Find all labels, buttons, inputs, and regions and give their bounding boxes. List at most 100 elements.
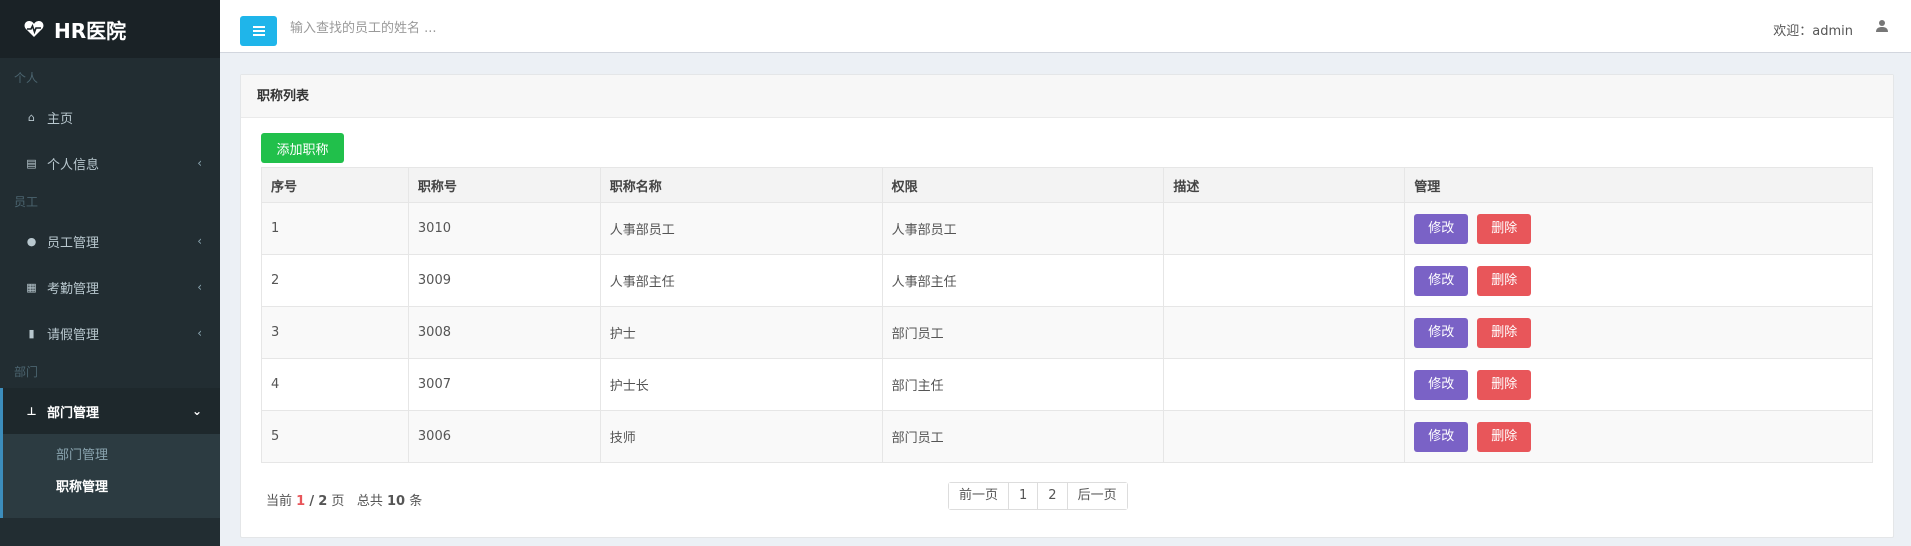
cell-desc xyxy=(1163,358,1406,411)
table-row: 3 3008 护士 部门员工 修改 删除 xyxy=(261,306,1873,359)
cell-index: 1 xyxy=(261,202,409,255)
column-header: 序号 xyxy=(261,167,409,203)
edit-button[interactable]: 修改 xyxy=(1414,421,1469,452)
page-word: 页 xyxy=(331,494,345,509)
cell-permission: 部门员工 xyxy=(881,306,1165,359)
column-header: 管理 xyxy=(1404,167,1873,203)
chevron-left-icon: ‹ xyxy=(197,280,202,294)
cell-index: 2 xyxy=(261,254,409,307)
total-pages: 2 xyxy=(318,494,328,509)
page-separator: / xyxy=(309,494,315,509)
next-page-button[interactable]: 后一页 xyxy=(1066,483,1127,509)
total-count: 10 xyxy=(387,494,406,509)
edit-button[interactable]: 修改 xyxy=(1414,265,1469,296)
sidebar: HR医院 个人 ⌂ 主页 ▤ 个人信息 ‹ 员工 ● 员工管理 ‹ ▦ 考勤管理… xyxy=(0,0,220,546)
table-row: 5 3006 技师 部门员工 修改 删除 xyxy=(261,410,1873,463)
cell-actions: 修改 删除 xyxy=(1404,358,1873,411)
cell-permission: 人事部主任 xyxy=(881,254,1165,307)
cell-name: 护士长 xyxy=(599,358,883,411)
cell-desc xyxy=(1163,306,1406,359)
table-row: 4 3007 护士长 部门主任 修改 删除 xyxy=(261,358,1873,411)
cell-permission: 部门主任 xyxy=(881,358,1165,411)
sidebar-item-label: 部门管理 xyxy=(47,405,100,421)
cell-name: 护士 xyxy=(599,306,883,359)
sidebar-item-employee[interactable]: ● 员工管理 ‹ xyxy=(0,218,220,264)
chevron-left-icon: ‹ xyxy=(197,156,202,170)
chevron-left-icon: ‹ xyxy=(197,326,202,340)
add-title-button[interactable]: 添加职称 xyxy=(261,133,344,163)
cell-permission: 人事部员工 xyxy=(881,202,1165,255)
column-header: 描述 xyxy=(1163,167,1406,203)
cell-name: 技师 xyxy=(599,410,883,463)
title-list-box: 职称列表 添加职称 序号 职称号 职称名称 权限 描述 管理 1 3010 人事… xyxy=(240,74,1894,538)
sitemap-icon: ⊥ xyxy=(26,404,37,418)
delete-button[interactable]: 删除 xyxy=(1477,265,1532,296)
delete-button[interactable]: 删除 xyxy=(1477,317,1532,348)
table-header-row: 序号 职称号 职称名称 权限 描述 管理 xyxy=(261,167,1873,203)
delete-button[interactable]: 删除 xyxy=(1477,421,1532,452)
sidebar-toggle-button[interactable] xyxy=(240,16,277,46)
cell-code: 3006 xyxy=(407,410,601,463)
department-submenu: 部门管理 职称管理 xyxy=(0,434,220,518)
cell-code: 3007 xyxy=(407,358,601,411)
page-info: 当前 1 / 2 页 总共 10 条 xyxy=(266,490,422,509)
cell-desc xyxy=(1163,254,1406,307)
box-title: 职称列表 xyxy=(241,75,1893,118)
sidebar-item-label: 主页 xyxy=(47,111,74,127)
cell-name: 人事部主任 xyxy=(599,254,883,307)
brand-name: HR医院 xyxy=(54,18,127,43)
column-header: 职称名称 xyxy=(599,167,883,203)
submenu-item-dept-manage[interactable]: 部门管理 xyxy=(3,440,220,472)
page-button-1[interactable]: 1 xyxy=(1008,483,1038,509)
pagination: 前一页 1 2 后一页 xyxy=(948,482,1128,510)
menu-icon xyxy=(252,26,265,36)
table-row: 2 3009 人事部主任 人事部主任 修改 删除 xyxy=(261,254,1873,307)
title-table: 序号 职称号 职称名称 权限 描述 管理 1 3010 人事部员工 人事部员工 … xyxy=(261,167,1873,463)
section-personal: 个人 xyxy=(14,71,39,85)
search-input[interactable] xyxy=(290,16,710,40)
sidebar-item-home[interactable]: ⌂ 主页 xyxy=(0,94,220,140)
column-header: 权限 xyxy=(881,167,1165,203)
cell-actions: 修改 删除 xyxy=(1404,410,1873,463)
brand-logo[interactable]: HR医院 xyxy=(0,0,220,58)
cell-actions: 修改 删除 xyxy=(1404,202,1873,255)
page-info-prefix: 当前 xyxy=(266,494,293,509)
edit-button[interactable]: 修改 xyxy=(1414,317,1469,348)
bookmark-icon: ▮ xyxy=(28,326,35,340)
chevron-left-icon: ‹ xyxy=(197,234,202,248)
sidebar-item-label: 请假管理 xyxy=(47,327,100,343)
prev-page-button[interactable]: 前一页 xyxy=(949,483,1009,509)
section-dept: 部门 xyxy=(14,365,39,379)
home-icon: ⌂ xyxy=(28,110,35,124)
cell-permission: 部门员工 xyxy=(881,410,1165,463)
cell-name: 人事部员工 xyxy=(599,202,883,255)
section-staff: 员工 xyxy=(14,195,39,209)
edit-button[interactable]: 修改 xyxy=(1414,369,1469,400)
cell-desc xyxy=(1163,410,1406,463)
sidebar-item-label: 个人信息 xyxy=(47,157,100,173)
page-button-2[interactable]: 2 xyxy=(1037,483,1067,509)
sidebar-item-attendance[interactable]: ▦ 考勤管理 ‹ xyxy=(0,264,220,310)
id-card-icon: ▤ xyxy=(26,156,37,170)
cell-code: 3008 xyxy=(407,306,601,359)
calendar-icon: ▦ xyxy=(26,280,37,294)
delete-button[interactable]: 删除 xyxy=(1477,213,1532,244)
table-row: 1 3010 人事部员工 人事部员工 修改 删除 xyxy=(261,202,1873,255)
user-icon: ● xyxy=(26,234,37,248)
sidebar-item-leave[interactable]: ▮ 请假管理 ‹ xyxy=(0,310,220,356)
current-page: 1 xyxy=(296,494,306,509)
total-prefix: 总共 xyxy=(356,494,383,509)
sidebar-item-profile[interactable]: ▤ 个人信息 ‹ xyxy=(0,140,220,186)
submenu-item-title-manage[interactable]: 职称管理 xyxy=(3,472,220,504)
sidebar-item-department[interactable]: ⊥ 部门管理 ⌄ xyxy=(0,388,220,434)
topbar: 欢迎：admin xyxy=(220,0,1911,53)
delete-button[interactable]: 删除 xyxy=(1477,369,1532,400)
column-header: 职称号 xyxy=(407,167,601,203)
cell-index: 4 xyxy=(261,358,409,411)
cell-actions: 修改 删除 xyxy=(1404,306,1873,359)
cell-code: 3010 xyxy=(407,202,601,255)
sidebar-item-label: 考勤管理 xyxy=(47,281,100,297)
edit-button[interactable]: 修改 xyxy=(1414,213,1469,244)
user-icon[interactable] xyxy=(1875,19,1889,33)
heartbeat-icon xyxy=(24,21,44,37)
